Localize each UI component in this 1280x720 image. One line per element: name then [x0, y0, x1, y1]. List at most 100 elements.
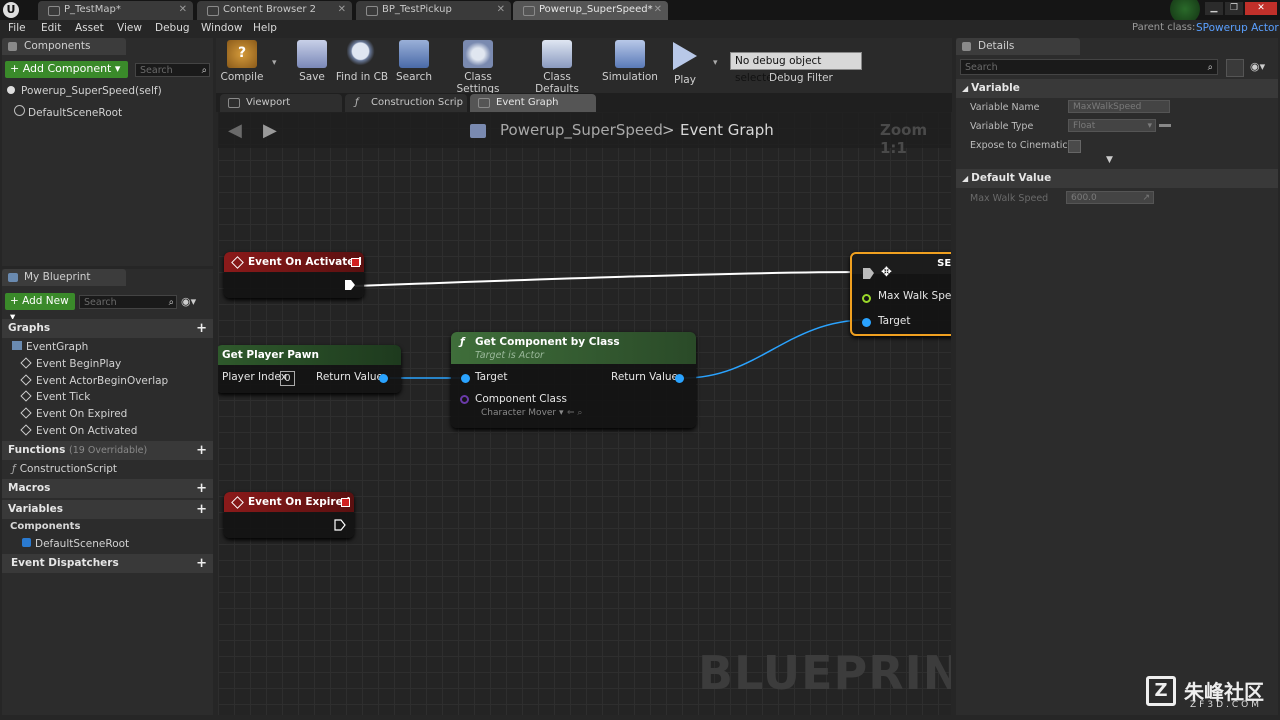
- close-icon[interactable]: ✕: [179, 1, 187, 19]
- event-item[interactable]: Event On Expired: [20, 406, 127, 422]
- graphs-section[interactable]: Graphs +: [2, 319, 213, 338]
- components-subheader[interactable]: Components: [10, 521, 80, 532]
- return-value-pin[interactable]: [675, 374, 684, 383]
- event-on-activated-node[interactable]: Event On Activated: [224, 252, 364, 298]
- node-header: Event On Expired: [224, 492, 354, 512]
- component-default-scene-root[interactable]: DefaultSceneRoot: [14, 105, 122, 121]
- event-item[interactable]: Event ActorBeginOverlap: [20, 373, 168, 389]
- event-icon: [231, 256, 244, 269]
- get-component-by-class-node[interactable]: ƒ Get Component by Class Target is Actor…: [451, 332, 696, 428]
- default-scene-root-variable[interactable]: DefaultSceneRoot: [22, 536, 129, 552]
- doc-tab-testmap[interactable]: P_TestMap* ✕: [38, 1, 193, 20]
- tab-viewport[interactable]: Viewport: [220, 94, 342, 112]
- event-item[interactable]: Event On Activated: [20, 423, 137, 439]
- add-dispatcher-icon[interactable]: +: [196, 554, 207, 573]
- property-matrix-icon[interactable]: [1226, 59, 1244, 77]
- function-icon: ƒ: [460, 336, 465, 348]
- spin-icon: ↗: [1142, 193, 1150, 203]
- add-graph-icon[interactable]: +: [196, 319, 207, 338]
- add-variable-icon[interactable]: +: [196, 500, 207, 519]
- max-walk-speed-label: Max Walk Speed: [878, 290, 951, 302]
- tab-construction-script[interactable]: ƒ Construction Scrip: [345, 94, 467, 112]
- get-player-pawn-node[interactable]: Get Player Pawn Player Index 0 Return Va…: [218, 345, 401, 393]
- details-search-input[interactable]: Search ⌕: [960, 59, 1218, 75]
- target-pin[interactable]: [862, 318, 871, 327]
- advanced-expand-icon[interactable]: ▼: [1106, 155, 1113, 165]
- default-value-section[interactable]: ◢ Default Value: [956, 169, 1278, 188]
- compile-button[interactable]: ? Compile: [210, 40, 274, 90]
- close-window-icon[interactable]: ✕: [1245, 2, 1277, 15]
- search-button[interactable]: Search: [382, 40, 446, 90]
- add-function-icon[interactable]: +: [196, 441, 207, 460]
- my-blueprint-search-input[interactable]: Search ⌕: [79, 295, 177, 309]
- event-item[interactable]: Event BeginPlay: [20, 356, 121, 372]
- my-blueprint-tab[interactable]: My Blueprint: [2, 269, 126, 286]
- maximize-icon[interactable]: ❐: [1225, 2, 1243, 15]
- construction-script-item[interactable]: ƒ ConstructionScript: [12, 461, 117, 477]
- delegate-pin-icon[interactable]: [351, 258, 360, 267]
- view-options-icon[interactable]: ◉▾: [181, 295, 196, 308]
- functions-section[interactable]: Functions (19 Overridable) +: [2, 441, 213, 460]
- close-icon[interactable]: ✕: [654, 1, 662, 19]
- class-pin[interactable]: [460, 395, 469, 404]
- doc-tab-bp-testpickup[interactable]: BP_TestPickup ✕: [356, 1, 511, 20]
- menu-view[interactable]: View: [117, 22, 142, 34]
- components-search-input[interactable]: Search ⌕: [135, 63, 210, 77]
- container-type-icon[interactable]: [1159, 124, 1171, 127]
- menu-window[interactable]: Window: [201, 22, 242, 34]
- menu-help[interactable]: Help: [253, 22, 277, 34]
- expose-cinematics-checkbox[interactable]: [1068, 140, 1081, 153]
- viewport-icon: [228, 98, 240, 108]
- browse-icon[interactable]: ⇐ ⌕: [567, 408, 582, 418]
- play-dropdown-icon[interactable]: ▾: [713, 58, 718, 68]
- add-new-button[interactable]: + Add New ▾: [5, 293, 75, 323]
- default-value-input[interactable]: 600.0 ↗: [1066, 191, 1154, 204]
- add-component-button[interactable]: + Add Component ▾: [5, 61, 128, 78]
- event-graph-item[interactable]: EventGraph: [12, 339, 88, 355]
- function-icon: ƒ: [355, 97, 359, 108]
- components-tab[interactable]: Components: [2, 38, 126, 55]
- close-icon[interactable]: ✕: [497, 1, 505, 19]
- menu-edit[interactable]: Edit: [41, 22, 61, 34]
- variables-section[interactable]: Variables +: [2, 500, 213, 519]
- exec-wire: [354, 271, 867, 287]
- tab-event-graph[interactable]: Event Graph: [470, 94, 596, 112]
- delegate-pin-icon[interactable]: [341, 498, 350, 507]
- event-dispatchers-section[interactable]: Event Dispatchers +: [2, 554, 213, 573]
- target-pin[interactable]: [461, 374, 470, 383]
- exec-in-pin-icon[interactable]: [862, 267, 875, 280]
- add-macro-icon[interactable]: +: [196, 479, 207, 498]
- doc-tab-powerup-superspeed[interactable]: Powerup_SuperSpeed* ✕: [513, 1, 668, 20]
- component-self-item[interactable]: Powerup_SuperSpeed(self): [7, 83, 162, 99]
- details-tab[interactable]: Details: [956, 38, 1080, 55]
- component-class-select[interactable]: Character Mover ▾: [481, 408, 564, 418]
- play-button[interactable]: Play: [653, 40, 717, 90]
- variable-type-select[interactable]: Float ▾: [1068, 119, 1156, 132]
- exec-pin-icon[interactable]: [334, 519, 346, 531]
- variable-section[interactable]: ◢ Variable: [956, 79, 1278, 98]
- menu-debug[interactable]: Debug: [155, 22, 190, 34]
- search-icon: ⌕: [1207, 62, 1213, 73]
- menu-file[interactable]: File: [8, 22, 26, 34]
- variable-name-input[interactable]: MaxWalkSpeed: [1068, 100, 1170, 113]
- set-max-walk-speed-node[interactable]: SET ✥ Max Walk Speed Target: [850, 252, 951, 336]
- menu-asset[interactable]: Asset: [75, 22, 104, 34]
- macros-section[interactable]: Macros +: [2, 479, 213, 498]
- event-on-expired-node[interactable]: Event On Expired: [224, 492, 354, 538]
- exec-pin-icon[interactable]: [344, 279, 356, 291]
- minimize-icon[interactable]: ▁: [1205, 2, 1223, 15]
- return-value-pin[interactable]: [379, 374, 388, 383]
- view-options-icon[interactable]: ◉▾: [1250, 60, 1265, 73]
- event-graph-label: EventGraph: [26, 341, 89, 353]
- compile-dropdown-icon[interactable]: ▾: [272, 58, 277, 68]
- debug-object-select[interactable]: No debug object selected ▾: [730, 52, 862, 84]
- close-icon[interactable]: ✕: [338, 1, 346, 19]
- class-settings-button[interactable]: Class Settings: [442, 40, 514, 95]
- parent-class-link[interactable]: SPowerup Actor: [1196, 22, 1279, 34]
- event-item[interactable]: Event Tick: [20, 389, 90, 405]
- max-walk-speed-pin[interactable]: [862, 294, 871, 303]
- class-defaults-button[interactable]: Class Defaults: [520, 40, 594, 95]
- player-index-input[interactable]: 0: [280, 371, 295, 386]
- event-graph-canvas[interactable]: ◀ ▶ Powerup_SuperSpeed > Event Graph Zoo…: [218, 112, 951, 715]
- doc-tab-content-browser[interactable]: Content Browser 2 ✕: [197, 1, 352, 20]
